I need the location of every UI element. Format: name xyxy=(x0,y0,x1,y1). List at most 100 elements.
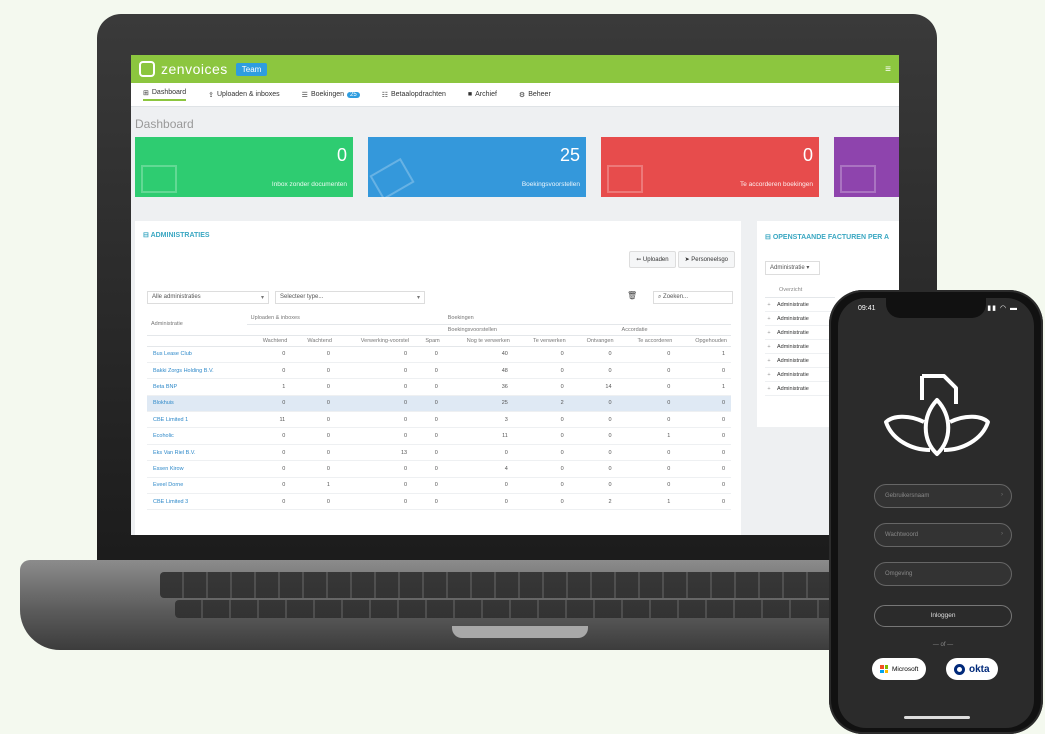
administratie-name-link[interactable]: Eks Van Riel B.V. xyxy=(147,444,247,462)
table-cell: 0 xyxy=(413,427,444,445)
envelope-icon xyxy=(141,165,177,193)
tab-uploaden[interactable]: ⇪ Uploaden & inboxes xyxy=(208,91,280,99)
administratie-name-link[interactable]: Ecoholic xyxy=(147,427,247,445)
col-header[interactable]: Ontvangen xyxy=(569,335,618,347)
table-row[interactable]: Blokhuis 0 0 0 0 25 2 0 0 0 xyxy=(147,395,731,413)
table-row[interactable]: Eveel Dorne 0 1 0 0 0 0 0 0 0 xyxy=(147,477,731,495)
table-cell: 2 xyxy=(513,395,570,413)
col-header[interactable]: Administratie xyxy=(147,313,247,336)
username-field[interactable]: Gebruikersnaam › xyxy=(874,484,1012,508)
administratie-filter-select[interactable]: Administratie ▾ xyxy=(765,261,820,275)
hamburger-icon[interactable]: ≡ xyxy=(885,64,891,75)
personeel-button[interactable]: ➤ Personeelsgo xyxy=(677,251,735,268)
col-header[interactable]: Te accorderen xyxy=(617,335,677,347)
col-header[interactable]: Te verwerken xyxy=(513,335,570,347)
type-select[interactable]: Selecteer type... ▾ xyxy=(275,291,425,304)
trash-icon[interactable]: 🗑 xyxy=(627,291,637,300)
expand-row-icon[interactable]: + xyxy=(765,344,773,350)
col-header[interactable]: Wachtend xyxy=(291,335,336,347)
table-row[interactable]: Beta BNP 1 0 0 0 36 0 14 0 1 xyxy=(147,378,731,396)
environment-field[interactable]: Omgeving xyxy=(874,562,1012,586)
col-header[interactable]: Spam xyxy=(413,335,444,347)
tab-boekingen[interactable]: ☰ Boekingen 25 xyxy=(302,91,360,99)
list-item[interactable]: + Administratie xyxy=(765,312,835,326)
chevron-right-icon: › xyxy=(1001,531,1003,537)
filter-bar: Alle administraties ▾ Selecteer type... ▾ … xyxy=(147,291,733,305)
card-purple[interactable] xyxy=(834,137,899,197)
expand-row-icon[interactable]: + xyxy=(765,358,773,364)
card-boekingsvoorstellen[interactable]: 25 Boekingsvoorstellen xyxy=(368,137,586,201)
list-item[interactable]: + Administratie xyxy=(765,382,835,396)
administratie-name-link[interactable]: Bakki Zorgs Holding B.V. xyxy=(147,362,247,380)
password-field[interactable]: Wachtwoord › xyxy=(874,523,1012,547)
panel-title: ⊟ ADMINISTRATIES xyxy=(143,232,210,239)
table-row[interactable]: Bus Lease Club 0 0 0 0 40 0 0 0 1 xyxy=(147,346,731,363)
list-item[interactable]: + Administratie xyxy=(765,298,835,312)
administratie-name-link[interactable]: CBE Limited 1 xyxy=(147,411,247,429)
expand-row-icon[interactable]: + xyxy=(765,386,773,392)
table-cell: 0 xyxy=(617,460,677,478)
col-header[interactable]: Wachtend xyxy=(246,335,292,347)
environment-badge[interactable]: Team xyxy=(235,62,268,76)
expand-row-icon[interactable]: + xyxy=(765,372,773,378)
table-cell: 0 xyxy=(291,460,336,478)
expand-row-icon[interactable]: + xyxy=(765,330,773,336)
card-te-accorderen[interactable]: 0 Te accorderen boekingen xyxy=(601,137,819,197)
table-row[interactable]: Bakki Zorgs Holding B.V. 0 0 0 0 48 0 0 0 0 xyxy=(147,362,731,380)
microsoft-login-button[interactable]: Microsoft xyxy=(872,658,927,680)
table-cell: 0 xyxy=(569,362,618,380)
tab-beheer[interactable]: ⚙ Beheer xyxy=(519,91,551,99)
table-row[interactable]: CBE Limited 3000000210 xyxy=(147,493,731,511)
administratie-name-link[interactable]: Beta BNP xyxy=(147,378,247,396)
table-row[interactable]: CBE Limited 1 11 0 0 0 3 0 0 0 0 xyxy=(147,411,731,429)
okta-login-button[interactable]: okta xyxy=(946,658,998,680)
upload-button[interactable]: ⇚ Uploaden xyxy=(629,251,676,268)
table-cell: 0 xyxy=(335,411,414,429)
administratie-name-link[interactable]: CBE Limited 3 xyxy=(147,493,247,511)
table-cell: 0 xyxy=(413,362,444,380)
list-item[interactable]: + Administratie xyxy=(765,368,835,382)
administratie-name-link[interactable]: Essen Kirow xyxy=(147,460,247,478)
tab-dashboard[interactable]: ⊞ Dashboard xyxy=(143,89,187,101)
administratie-select[interactable]: Alle administraties ▾ xyxy=(147,291,269,304)
administratie-name-link[interactable]: Eveel Dorne xyxy=(147,477,247,495)
administratie-name-link[interactable]: Blokhuis xyxy=(147,395,247,413)
table-row[interactable]: Ecoholic 0 0 0 0 11 0 0 1 0 xyxy=(147,427,731,445)
table-cell: 0 xyxy=(617,411,677,429)
expand-row-icon[interactable]: + xyxy=(765,316,773,322)
administratie-name-link[interactable]: Bus Lease Club xyxy=(147,346,247,363)
home-indicator xyxy=(904,716,970,719)
table-row[interactable]: Essen Kirow 0 0 0 0 4 0 0 0 0 xyxy=(147,460,731,478)
table-cell: 0 xyxy=(513,493,570,511)
list-item[interactable]: + Administratie xyxy=(765,354,835,368)
login-button[interactable]: Inloggen xyxy=(874,605,1012,627)
tab-betaalopdrachten[interactable]: ☷ Betaalopdrachten xyxy=(382,91,446,99)
table-row[interactable]: Eks Van Riel B.V. 0 0 13 0 0 0 0 0 0 xyxy=(147,444,731,462)
phone-notch xyxy=(886,298,986,318)
table-cell: 0 xyxy=(617,444,677,462)
laptop-keyboard xyxy=(160,572,880,598)
tab-archief[interactable]: ■ Archief xyxy=(468,91,497,98)
card-inbox[interactable]: 0 Inbox zonder documenten xyxy=(135,137,353,197)
table-cell: 0 xyxy=(246,362,292,380)
list-item[interactable]: + Administratie xyxy=(765,340,835,354)
card-label: Boekingsvoorstellen xyxy=(521,181,580,188)
table-cell: 0 xyxy=(569,395,618,413)
app-topbar: zenvoices Team ≡ xyxy=(131,55,899,83)
search-input[interactable]: ⌕ Zoeken... xyxy=(653,291,733,304)
table-cell: 0 xyxy=(676,411,731,429)
table-cell: 0 xyxy=(413,395,444,413)
col-header[interactable]: Nog te verwerken xyxy=(443,335,514,347)
table-cell: 1 xyxy=(617,493,677,511)
col-header[interactable]: Opgehouden xyxy=(676,335,731,347)
table-cell: 0 xyxy=(676,460,731,478)
page-title: Dashboard xyxy=(135,117,194,131)
table-cell: 14 xyxy=(569,378,618,396)
table-cell: 11 xyxy=(246,411,292,429)
expand-row-icon[interactable]: + xyxy=(765,302,773,308)
list-item[interactable]: + Administratie xyxy=(765,326,835,340)
col-header[interactable]: Verwerking-voorstel xyxy=(335,335,414,347)
table-cell: 0 xyxy=(676,444,731,462)
list-item-label: Administratie xyxy=(777,385,809,392)
table-cell: 0 xyxy=(291,395,336,413)
